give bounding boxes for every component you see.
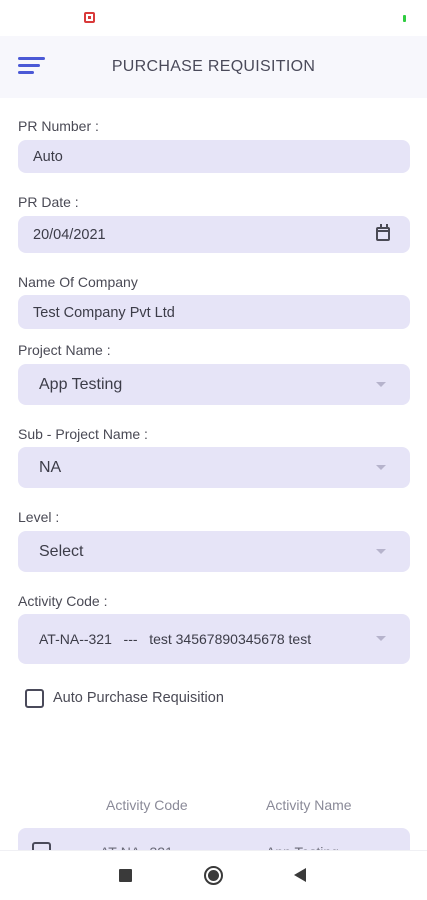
column-header-activity-name: Activity Name [266,797,352,813]
pr-number-field[interactable]: Auto [18,140,410,173]
page-title: PURCHASE REQUISITION [111,58,316,75]
sub-project-label: Sub - Project Name : [18,426,148,442]
column-header-activity-code: Activity Code [106,797,188,813]
level-dropdown[interactable]: Select [18,531,410,572]
app-bar: PURCHASE REQUISITION [0,36,427,98]
pr-date-field[interactable]: 20/04/2021 [18,216,410,253]
chevron-down-icon [376,549,386,554]
level-label: Level : [18,509,60,525]
company-field[interactable]: Test Company Pvt Ltd [18,295,410,329]
square-icon[interactable] [119,869,132,882]
auto-pr-checkbox[interactable] [25,689,44,708]
sub-project-dropdown[interactable]: NA [18,447,410,488]
pr-date-value: 20/04/2021 [33,227,106,243]
project-value: App Testing [39,376,123,393]
company-value: Test Company Pvt Ltd [33,305,175,321]
project-label: Project Name : [18,342,111,358]
activity-code-value: AT-NA--321 --- test 34567890345678 test [39,631,312,647]
battery-icon [403,15,406,22]
activity-code-dropdown[interactable]: AT-NA--321 --- test 34567890345678 test [18,614,410,664]
system-nav-bar [0,850,427,900]
chevron-down-icon [376,636,386,641]
chevron-down-icon [376,465,386,470]
pr-number-value: Auto [33,149,63,165]
chevron-down-icon [376,382,386,387]
pr-date-label: PR Date : [18,194,79,210]
notification-icon [84,12,95,23]
company-label: Name Of Company [18,274,138,290]
circle-icon[interactable] [204,866,223,885]
calendar-icon[interactable] [376,224,390,241]
auto-pr-label: Auto Purchase Requisition [53,690,224,706]
project-dropdown[interactable]: App Testing [18,364,410,405]
sub-project-value: NA [39,459,62,476]
level-value: Select [39,543,84,560]
back-triangle-icon[interactable] [294,868,306,882]
pr-number-label: PR Number : [18,118,99,134]
activity-code-label: Activity Code : [18,593,108,609]
status-bar [0,0,427,36]
